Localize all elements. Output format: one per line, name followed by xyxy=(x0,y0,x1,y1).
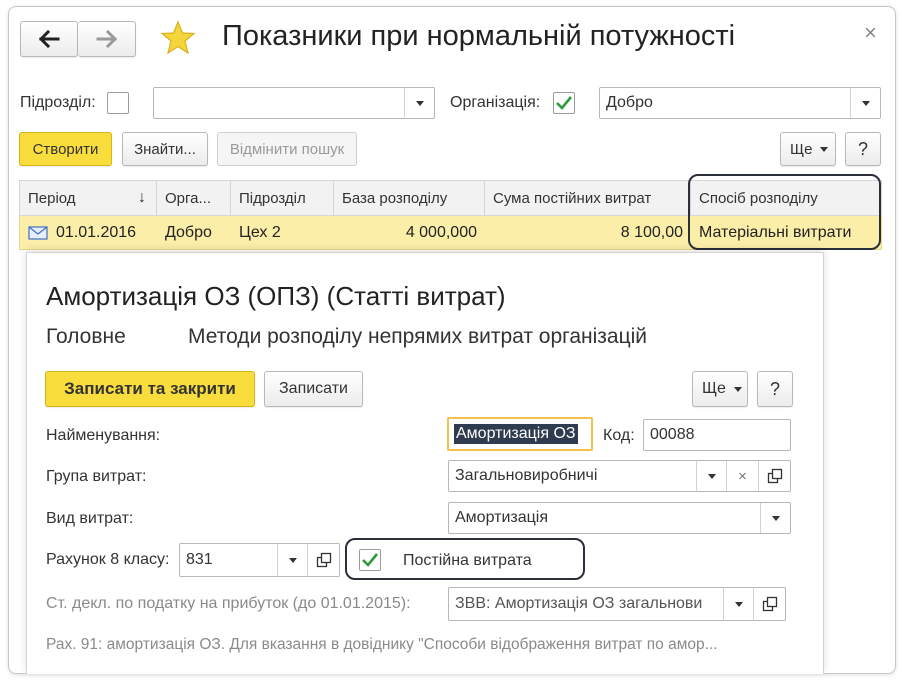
tax-value: ЗВВ: Амортизація ОЗ загальнови xyxy=(455,595,703,612)
organization-field[interactable]: Добро xyxy=(599,87,881,119)
code-field[interactable]: 00088 xyxy=(643,419,791,451)
save-button[interactable]: Записати xyxy=(264,371,363,407)
close-icon[interactable]: × xyxy=(864,20,877,46)
organization-checkbox[interactable] xyxy=(553,92,575,114)
more-button[interactable]: Ще xyxy=(780,132,836,166)
organization-dropdown-button[interactable] xyxy=(850,88,880,118)
cell-subdivision: Цех 2 xyxy=(239,223,281,241)
column-organization-label: Орга... xyxy=(165,189,211,207)
create-button[interactable]: Створити xyxy=(19,132,112,166)
tax-dropdown-button[interactable] xyxy=(723,588,753,620)
chevron-down-icon xyxy=(288,557,297,563)
chevron-down-icon xyxy=(733,386,742,392)
clear-icon[interactable]: × xyxy=(726,461,758,491)
tab-main[interactable]: Головне xyxy=(46,325,126,349)
tab-distribution-methods[interactable]: Методи розподілу непрямих витрат організ… xyxy=(188,325,647,349)
arrow-right-icon xyxy=(96,30,117,48)
cell-base: 4 000,000 xyxy=(405,223,477,241)
column-organization[interactable]: Орга... xyxy=(157,181,231,215)
open-icon[interactable] xyxy=(753,588,785,620)
name-field[interactable]: Амортизація ОЗ xyxy=(447,417,593,451)
more-label: Ще xyxy=(790,140,813,158)
chevron-down-icon xyxy=(707,473,716,479)
name-value: Амортизація ОЗ xyxy=(454,424,578,444)
arrow-left-icon xyxy=(38,30,60,48)
code-value: 00088 xyxy=(650,426,695,443)
tax-label: Ст. декл. по податку на прибуток (до 01.… xyxy=(46,595,411,612)
group-dropdown-button[interactable] xyxy=(696,461,726,491)
method-column-highlight xyxy=(688,174,881,250)
tax-field[interactable]: ЗВВ: Амортизація ОЗ загальнови xyxy=(448,587,786,621)
subdivision-field[interactable] xyxy=(153,87,435,119)
cell-period-value: 01.01.2016 xyxy=(56,223,137,241)
column-base-label: База розподілу xyxy=(342,189,448,207)
form-help-button[interactable]: ? xyxy=(757,371,793,407)
subdivision-dropdown-button[interactable] xyxy=(404,88,434,118)
code-label: Код: xyxy=(603,427,635,444)
open-icon[interactable] xyxy=(307,544,339,576)
find-button[interactable]: Знайти... xyxy=(122,132,208,166)
account-field[interactable]: 831 xyxy=(179,543,340,577)
note-text: Рах. 91: амортизація ОЗ. Для вказання в … xyxy=(46,636,718,653)
chevron-down-icon xyxy=(820,146,829,152)
kind-value: Амортизація xyxy=(455,509,548,526)
page-title: Показники при нормальній потужності xyxy=(222,20,736,52)
chevron-down-icon xyxy=(734,601,743,607)
checkmark-icon xyxy=(556,96,573,110)
column-fixed-costs-label: Сума постійних витрат xyxy=(493,189,652,207)
column-fixed-costs[interactable]: Сума постійних витрат xyxy=(485,181,691,215)
name-label: Найменування: xyxy=(46,427,161,444)
expense-item-form: Амортизація ОЗ (ОПЗ) (Статті витрат) Гол… xyxy=(26,252,824,674)
form-more-label: Ще xyxy=(702,380,726,397)
envelope-icon xyxy=(28,225,48,240)
fixed-cost-highlight xyxy=(345,538,585,580)
form-title: Амортизація ОЗ (ОПЗ) (Статті витрат) xyxy=(46,281,506,311)
kind-label: Вид витрат: xyxy=(46,510,134,527)
help-button[interactable]: ? xyxy=(845,132,881,166)
account-label: Рахунок 8 класу: xyxy=(46,551,170,568)
column-period[interactable]: Період ↓ xyxy=(20,181,157,215)
column-subdivision-label: Підрозділ xyxy=(239,189,306,207)
form-more-button[interactable]: Ще xyxy=(692,371,748,407)
cell-fixed-costs: 8 100,00 xyxy=(620,223,683,241)
back-button[interactable] xyxy=(20,21,78,57)
chevron-down-icon xyxy=(771,515,780,521)
save-and-close-button[interactable]: Записати та закрити xyxy=(45,371,255,407)
subdivision-label: Підрозділ: xyxy=(20,94,96,111)
cell-period: 01.01.2016 xyxy=(20,216,157,249)
column-base[interactable]: База розподілу xyxy=(334,181,485,215)
subdivision-checkbox[interactable] xyxy=(107,92,129,114)
group-label: Група витрат: xyxy=(46,468,147,485)
star-icon[interactable] xyxy=(160,20,196,56)
open-icon[interactable] xyxy=(758,461,790,491)
kind-dropdown-button[interactable] xyxy=(760,503,790,533)
chevron-down-icon xyxy=(861,100,870,106)
organization-value: Добро xyxy=(606,94,653,111)
account-value: 831 xyxy=(186,551,213,568)
chevron-down-icon xyxy=(415,100,424,106)
cancel-search-button[interactable]: Відмінити пошук xyxy=(217,132,357,166)
column-period-label: Період xyxy=(28,189,76,207)
forward-button[interactable] xyxy=(78,21,136,57)
organization-label: Організація: xyxy=(450,94,541,111)
group-value: Загальновиробничі xyxy=(455,467,598,484)
sort-arrow-icon: ↓ xyxy=(138,189,146,206)
account-dropdown-button[interactable] xyxy=(277,544,307,576)
cell-organization: Добро xyxy=(165,223,212,241)
group-field[interactable]: Загальновиробничі × xyxy=(448,460,791,492)
kind-field[interactable]: Амортизація xyxy=(448,502,791,534)
column-subdivision[interactable]: Підрозділ xyxy=(231,181,334,215)
